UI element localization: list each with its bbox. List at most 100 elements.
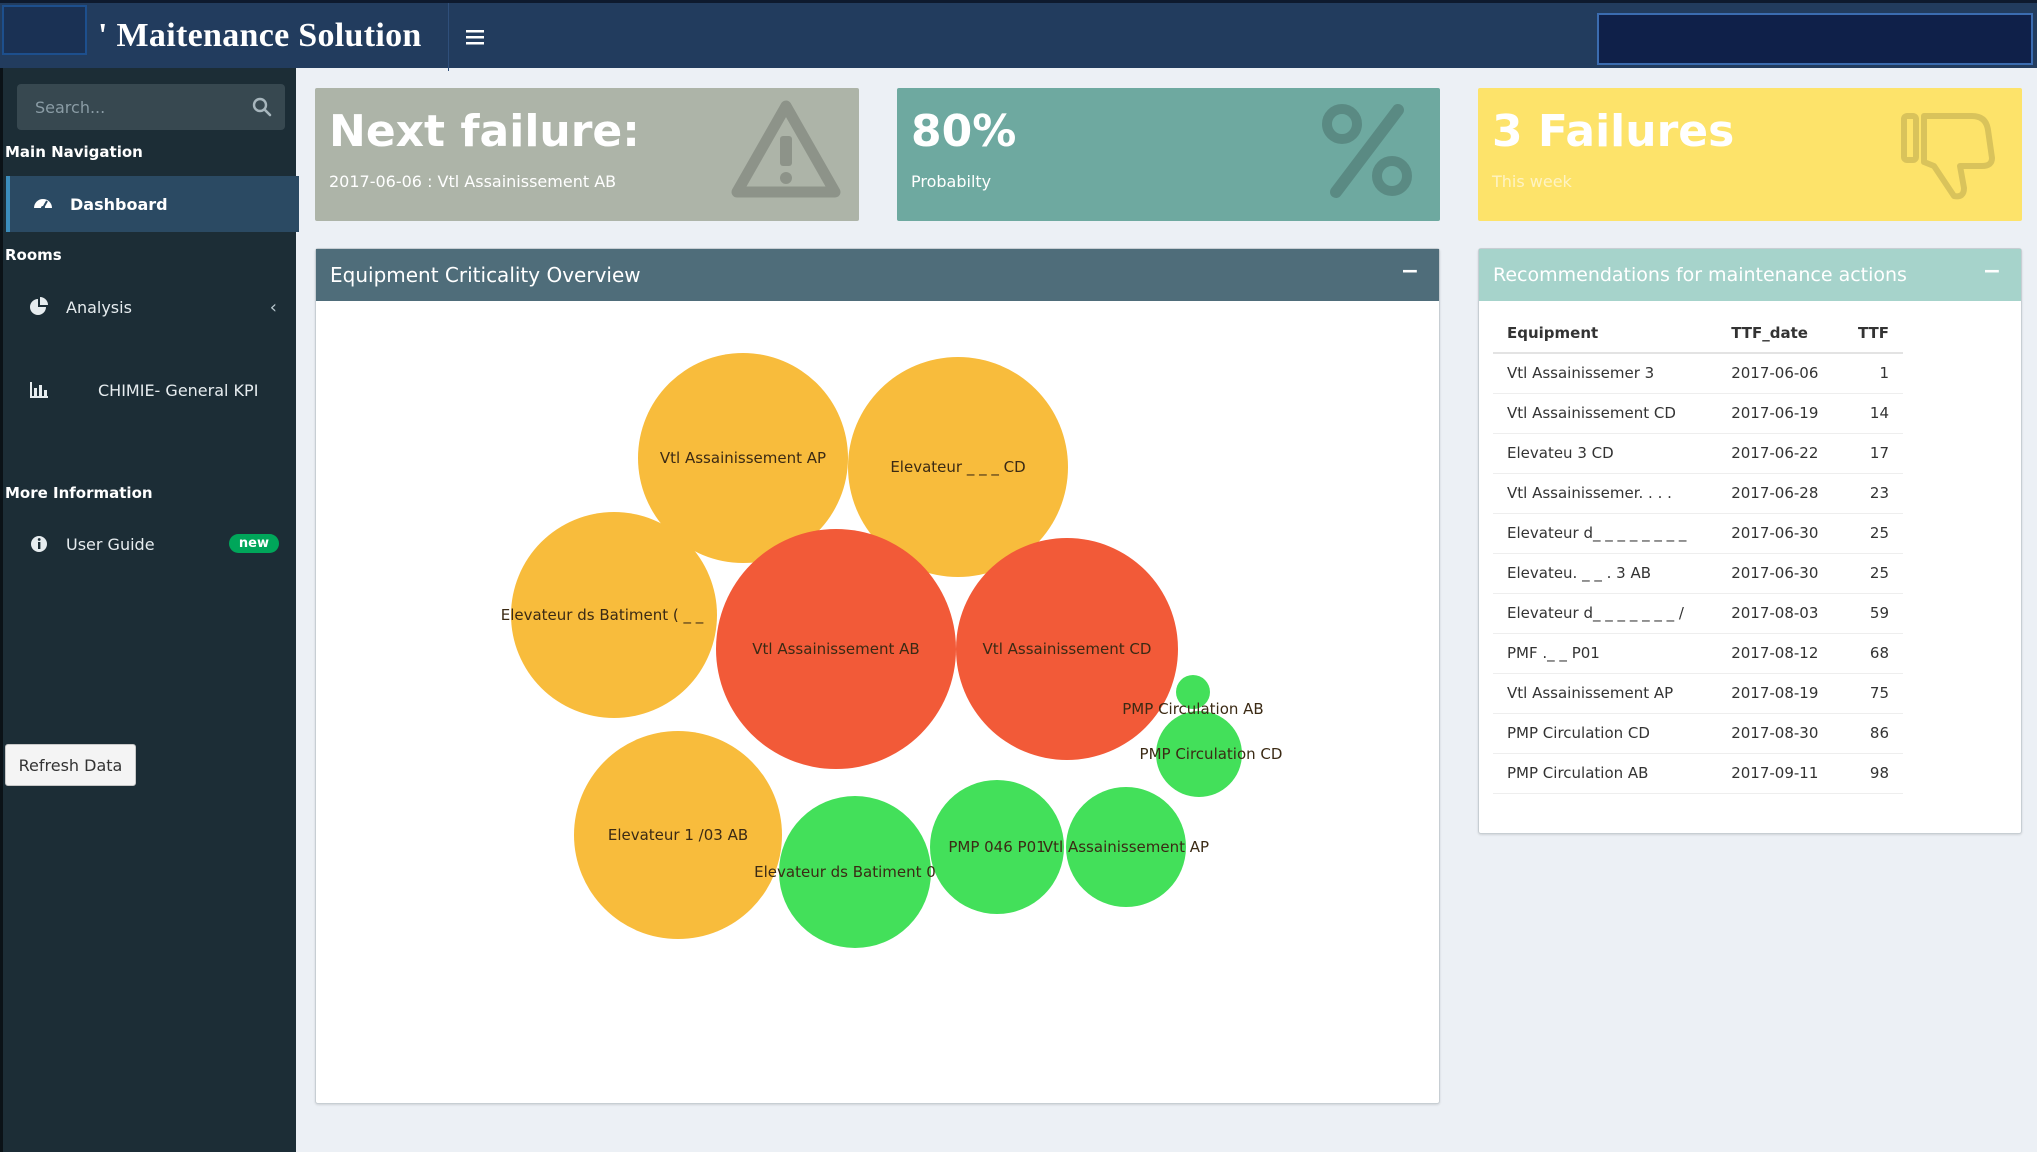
percent-icon [1322,104,1412,198]
pie-chart-icon [30,297,48,315]
cell-ttf-date: 2017-09-11 [1717,753,1835,794]
table-row[interactable]: Vtl Assainissemer 3 2017-06-06 1 [1493,353,1903,394]
cell-equipment: Vtl Assainissement AP [1493,673,1718,714]
new-badge: new [228,534,279,553]
table-row[interactable]: Elevateu. _ _ . 3 AB 2017-06-30 25 [1493,553,1903,594]
bubble-label: PMP Circulation CD [1140,745,1283,763]
cell-equipment: PMF ._ _ P01 [1493,633,1718,674]
table-row[interactable]: Vtl Assainissement AP 2017-08-19 75 [1493,673,1903,714]
bubble-label: Elevateur _ _ _ CD [890,458,1025,477]
cell-ttf-date: 2017-08-30 [1717,713,1835,754]
cell-equipment: Vtl Assainissemer 3 [1493,353,1718,394]
thumbs-down-icon [1901,113,1995,200]
info-icon [31,536,47,552]
cell-equipment: Vtl Assainissemer. . . . [1493,473,1718,514]
sidebar: Main Navigation Dashboard Rooms Analysis… [0,68,299,1152]
top-navbar: ' Maitenance Solution [0,0,2037,71]
criticality-panel-header: Equipment Criticality Overview − [316,249,1439,301]
cell-ttf-date: 2017-06-06 [1717,353,1835,394]
cell-ttf: 98 [1834,753,1903,794]
table-header-row: Equipment TTF_date TTF [1493,313,1903,354]
bubble-label: Elevateur ds Batiment 0 [754,863,936,881]
criticality-panel: Equipment Criticality Overview − Vtl Ass… [315,248,1440,1104]
search-input[interactable] [17,84,237,130]
column-header-ttf-date[interactable]: TTF_date [1717,313,1835,354]
bubble-label: PMP Circulation AB [1122,700,1263,718]
cell-ttf: 25 [1834,513,1903,554]
sidebar-item-label: Analysis [66,297,132,317]
cell-ttf: 14 [1834,393,1903,434]
recommendations-panel-header: Recommendations for maintenance actions … [1479,249,2021,301]
cell-equipment: PMP Circulation AB [1493,753,1718,794]
panel-title: Equipment Criticality Overview [330,263,641,287]
bubble-label: Vtl Assainissement AP [660,449,826,467]
warning-icon [731,100,841,198]
table-row[interactable]: Vtl Assainissemer. . . . 2017-06-28 23 [1493,473,1903,514]
chevron-left-icon: ‹ [269,297,277,318]
column-header-ttf[interactable]: TTF [1834,313,1903,354]
sidebar-header-rooms: Rooms [5,246,62,264]
collapse-button[interactable]: − [1981,261,2003,283]
table-row[interactable]: Elevateu 3 CD 2017-06-22 17 [1493,433,1903,474]
hamburger-icon [466,30,484,45]
cell-ttf: 68 [1834,633,1903,674]
bubble-chart: Vtl Assainissement AP Elevateur _ _ _ CD E… [501,353,1283,948]
app-title: ' Maitenance Solution [98,17,422,54]
sidebar-item-analysis[interactable]: Analysis ‹ [6,279,299,335]
sidebar-item-dashboard[interactable]: Dashboard [6,176,299,232]
cell-ttf-date: 2017-06-30 [1717,553,1835,594]
collapse-button[interactable]: − [1399,261,1421,283]
sidebar-item-label: Dashboard [70,194,168,214]
user-menu[interactable] [1597,13,2033,65]
column-header-equipment[interactable]: Equipment [1493,313,1718,354]
table-row[interactable]: Elevateur d_ _ _ _ _ _ _ _ 2017-06-30 25 [1493,513,1903,554]
cell-ttf: 23 [1834,473,1903,514]
cell-ttf: 25 [1834,553,1903,594]
table-row[interactable]: PMP Circulation CD 2017-08-30 86 [1493,713,1903,754]
infobox-subtitle: 2017-06-06 : Vtl Assainissement AB [329,172,617,191]
cell-ttf-date: 2017-06-19 [1717,393,1835,434]
bubble-label: Vtl Assainissement AB [752,640,919,658]
table-row[interactable]: PMF ._ _ P01 2017-08-12 68 [1493,633,1903,674]
bubble-label: Vtl Assainissement AP [1043,838,1209,856]
bubble-label: Vtl Assainissement CD [983,640,1152,658]
panel-title: Recommendations for maintenance actions [1493,264,1907,286]
cell-ttf: 86 [1834,713,1903,754]
bubble-label: PMP 046 P01 [948,838,1045,856]
bar-chart-icon [30,382,48,398]
table-row[interactable]: Elevateur d_ _ _ _ _ _ _ /2017-08-03 59 [1493,593,1903,634]
cell-ttf-date: 2017-08-19 [1717,673,1835,714]
cell-ttf-date: 2017-06-22 [1717,433,1835,474]
infobox-next-failure: Next failure: 2017-06-06 : Vtl Assainiss… [315,88,859,221]
dashboard-icon [34,199,52,210]
sidebar-search [17,84,285,130]
cell-ttf: 59 [1834,593,1903,634]
sidebar-header-main: Main Navigation [5,143,143,161]
cell-equipment: PMP Circulation CD [1493,713,1718,754]
recommendations-panel: Recommendations for maintenance actions … [1478,248,2022,834]
infobox-value: 80% [911,106,1017,157]
table-row[interactable]: PMP Circulation AB 2017-09-11 98 [1493,753,1903,794]
sidebar-toggle-button[interactable] [448,3,502,71]
cell-equipment: Elevateu 3 CD [1493,433,1718,474]
sidebar-item-label: CHIMIE- General KPI [98,380,259,400]
cell-ttf: 1 [1834,353,1903,394]
cell-equipment: Elevateur d_ _ _ _ _ _ _ / [1493,593,1718,634]
refresh-data-button[interactable]: Refresh Data [5,744,136,786]
cell-ttf-date: 2017-06-28 [1717,473,1835,514]
cell-equipment: Vtl Assainissement CD [1493,393,1718,434]
cell-ttf-date: 2017-08-03 [1717,593,1835,634]
sidebar-item-label: User Guide [66,534,155,554]
cell-equipment: Elevateu. _ _ . 3 AB [1493,553,1718,594]
logo[interactable] [2,5,87,55]
sidebar-item-chimie-kpi[interactable]: CHIMIE- General KPI [6,362,299,418]
sidebar-item-user-guide[interactable]: User Guide new [6,516,299,572]
cell-ttf-date: 2017-08-12 [1717,633,1835,674]
recommendations-table: Equipment TTF_date TTF Vtl Assainissemer… [1493,313,1903,794]
sidebar-header-more: More Information [5,484,153,502]
bubble-label: Elevateur 1 /03 AB [608,826,748,844]
cell-ttf: 75 [1834,673,1903,714]
table-row[interactable]: Vtl Assainissement CD 2017-06-19 14 [1493,393,1903,434]
search-icon[interactable] [251,96,273,118]
cell-ttf: 17 [1834,433,1903,474]
